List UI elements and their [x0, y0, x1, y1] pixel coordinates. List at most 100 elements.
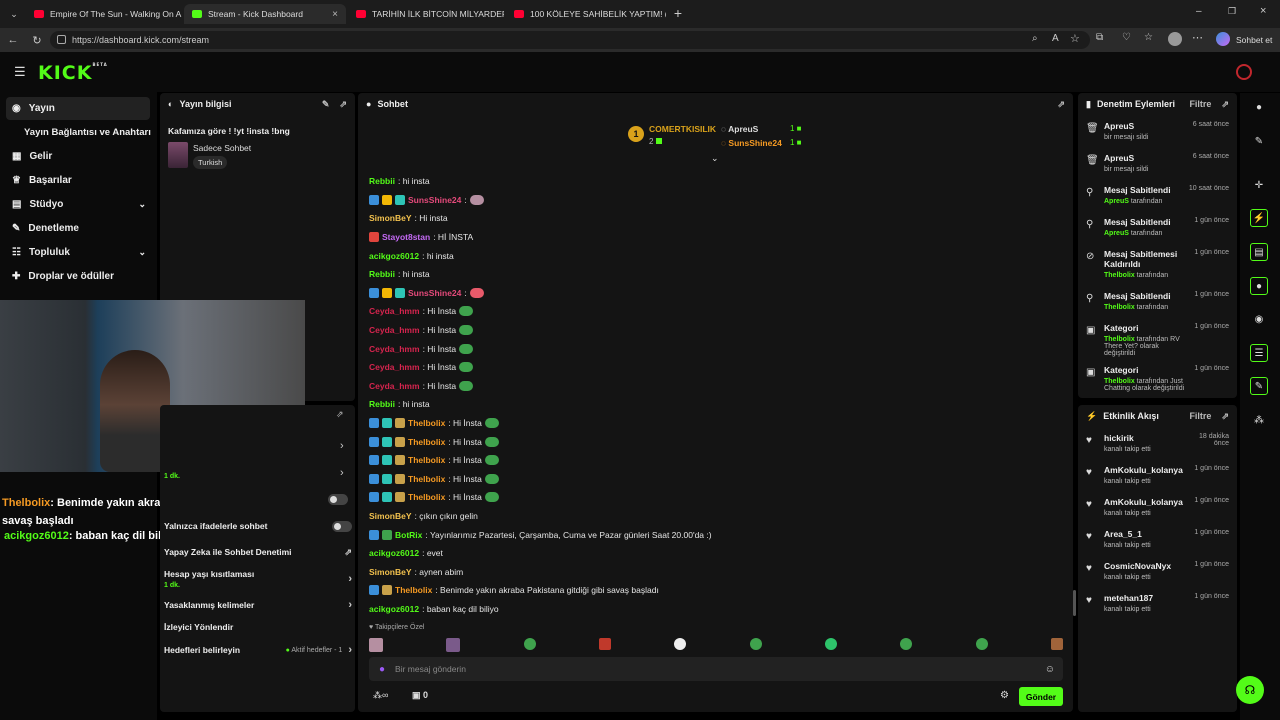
emote-icon[interactable]	[975, 638, 988, 650]
popout-icon[interactable]: ⇗	[1221, 99, 1229, 110]
info-icon[interactable]: ●	[1250, 98, 1268, 116]
activity-item[interactable]: ♥ AmKokulu_kolanya kanalı takip etti 1 gün …	[1078, 459, 1237, 491]
filter-button[interactable]: Filtre	[1189, 411, 1211, 421]
chat-username[interactable]: acikgoz6012	[369, 548, 419, 558]
copilot-label[interactable]: Sohbet et	[1236, 35, 1272, 45]
site-info-icon[interactable]	[57, 35, 66, 44]
chat-bubble-icon[interactable]: ●	[1250, 277, 1268, 295]
copilot-icon[interactable]	[1216, 32, 1230, 46]
emote-icon[interactable]	[749, 638, 762, 650]
chevron-right-icon[interactable]: ›	[340, 467, 344, 479]
popout-icon[interactable]: ⇗	[339, 99, 347, 110]
emote-icon[interactable]	[523, 638, 536, 650]
activity-user[interactable]: AmKokulu_kolanya	[1104, 465, 1186, 475]
collections-icon[interactable]: ☆	[1144, 32, 1153, 43]
browser-tab-4[interactable]: 100 KÖLEYE SAHİBELİK YAPTIM! (S...×	[506, 4, 666, 24]
chat-scrollbar[interactable]	[1073, 590, 1076, 616]
mod-action-item[interactable]: ▣ Kategori Thelbolix tarafından Just Chatt…	[1078, 359, 1237, 395]
edit-icon[interactable]: ✎	[322, 99, 330, 110]
mod-action-actor[interactable]: Thelbolix	[1104, 272, 1135, 279]
chat-username[interactable]: Ceyda_hmm	[369, 344, 420, 354]
profile-avatar[interactable]	[1168, 32, 1182, 46]
mod-action-actor[interactable]: Thelbolix	[1104, 336, 1135, 343]
chat-username[interactable]: SimonBeY	[369, 511, 412, 521]
toggle-switch[interactable]	[328, 494, 348, 505]
browser-tab-3[interactable]: TARİHİN İLK BİTCOİN MİLYARDERİ...×	[348, 4, 504, 24]
mod-action-actor[interactable]: ApreuS	[1104, 198, 1129, 205]
favorite-icon[interactable]: ☆	[1070, 32, 1080, 45]
crosshair-icon[interactable]: ✛	[1250, 176, 1268, 194]
emote-icon[interactable]	[598, 638, 611, 650]
emote-icon[interactable]	[824, 638, 837, 650]
activity-item[interactable]: ♥ AmKokulu_kolanya kanalı takip etti 1 gün …	[1078, 491, 1237, 523]
language-tag[interactable]: Turkish	[193, 156, 228, 169]
sidebar-item-studio[interactable]: ▤ Stüdyo ⌄	[6, 193, 150, 216]
popout-icon[interactable]: ⇗	[336, 409, 344, 420]
hamburger-menu-icon[interactable]: ☰	[14, 64, 26, 80]
filter-button[interactable]: Filtre	[1189, 99, 1211, 109]
emoji-icon[interactable]: ☺	[1045, 664, 1055, 675]
chat-username[interactable]: SimonBeY	[369, 213, 412, 223]
mod-action-actor[interactable]: Thelbolix	[1104, 304, 1135, 311]
url-field[interactable]: https://dashboard.kick.com/stream	[50, 31, 1090, 49]
goals-row[interactable]: Hedefleri belirleyin ● Aktif hedefler - 1…	[164, 639, 352, 661]
edit-icon[interactable]: ✎	[1250, 132, 1268, 150]
activity-item[interactable]: ♥ hickirik kanalı takip etti 18 dakika önce	[1078, 427, 1237, 459]
browser-tab-1[interactable]: Empire Of The Sun - Walking On A×	[26, 4, 182, 24]
chat-username[interactable]: Rebbii	[369, 269, 395, 279]
extensions-icon[interactable]: ⧉	[1096, 32, 1103, 43]
chat-username[interactable]: Rebbii	[369, 399, 395, 409]
mod-action-actor[interactable]: Thelbolix	[1104, 378, 1135, 385]
chat-username[interactable]: Rebbii	[369, 176, 395, 186]
chat-username[interactable]: Thelbolix	[408, 455, 445, 465]
chat-username[interactable]: Ceyda_hmm	[369, 306, 420, 316]
chat-username[interactable]: SunsShine24	[408, 195, 461, 205]
banned-words-row[interactable]: Yasaklanmış kelimeler ›	[164, 594, 352, 616]
gifter-3[interactable]: ◌ SunsShine24	[721, 138, 782, 148]
activity-user[interactable]: AmKokulu_kolanya	[1104, 497, 1186, 507]
microphone-icon[interactable]: ●	[379, 664, 385, 675]
popout-icon[interactable]: ⇗	[1057, 99, 1065, 110]
account-age-row[interactable]: Hesap yaşı kısıtlaması 1 dk. ›	[164, 565, 352, 593]
chat-username[interactable]: SunsShine24	[408, 288, 461, 298]
emote-icon[interactable]	[900, 638, 913, 650]
broadcast-icon[interactable]: ◉	[1250, 310, 1268, 328]
followers-toggle[interactable]	[328, 494, 348, 505]
mod-action-item[interactable]: ⚲ Mesaj Sabitlendi Thelbolix tarafından 1 g…	[1078, 285, 1237, 317]
activity-user[interactable]: Area_5_1	[1104, 529, 1186, 539]
ai-moderation-row[interactable]: Yapay Zeka ile Sohbet Denetimi ⇗	[164, 541, 352, 563]
support-icon[interactable]: ☊	[1236, 676, 1264, 704]
emote-icon[interactable]	[369, 638, 383, 652]
search-icon[interactable]: ⌕	[1032, 33, 1038, 44]
sidebar-item-moderation[interactable]: ✎ Denetleme	[6, 217, 150, 240]
sidebar-item-stream[interactable]: ◉ Yayın	[6, 97, 150, 120]
mod-action-item[interactable]: ▣ Kategori Thelbolix tarafından RV There Y…	[1078, 317, 1237, 359]
chat-username[interactable]: Thelbolix	[408, 492, 445, 502]
community-icon[interactable]: ⁂	[1250, 411, 1268, 429]
chevron-right-icon[interactable]: ›	[340, 440, 344, 452]
chat-username[interactable]: Ceyda_hmm	[369, 381, 420, 391]
mod-action-item[interactable]: 🗑 ApreuS bir mesajı sildi 6 saat önce	[1078, 147, 1237, 179]
sidebar-item-achievements[interactable]: ♕ Başarılar	[6, 169, 150, 192]
chat-username[interactable]: acikgoz6012	[369, 251, 419, 261]
wrench-icon[interactable]: ✎	[1250, 377, 1268, 395]
chat-username[interactable]: Thelbolix	[408, 474, 445, 484]
mod-action-item[interactable]: ⚲ Mesaj Sabitlendi ApreuS tarafından 1 gün …	[1078, 211, 1237, 243]
new-tab-icon[interactable]: +	[670, 5, 686, 21]
chat-username[interactable]: BotRix	[395, 530, 422, 540]
emote-icon[interactable]	[446, 638, 461, 652]
emote-icon[interactable]	[1050, 638, 1063, 650]
mod-action-item[interactable]: ⊘ Mesaj Sabitlemesi Kaldırıldı Thelbolix t…	[1078, 243, 1237, 285]
activity-user[interactable]: CosmicNovaNyx	[1104, 561, 1186, 571]
user-avatar[interactable]	[1236, 64, 1252, 80]
activity-item[interactable]: ♥ metehan187 kanalı takip etti 1 gün önce	[1078, 587, 1237, 619]
minimize-icon[interactable]: –	[1196, 6, 1202, 17]
reload-icon[interactable]: ↻	[28, 31, 46, 49]
tab-list-icon[interactable]: ⌄	[6, 6, 22, 22]
back-icon[interactable]: ←	[4, 31, 22, 49]
read-aloud-icon[interactable]: A	[1052, 33, 1059, 44]
close-window-icon[interactable]: ×	[1260, 5, 1266, 17]
close-tab-icon[interactable]: ×	[332, 9, 338, 20]
list-icon[interactable]: ☰	[1250, 344, 1268, 362]
channel-points[interactable]: ⁂∞	[373, 690, 388, 701]
